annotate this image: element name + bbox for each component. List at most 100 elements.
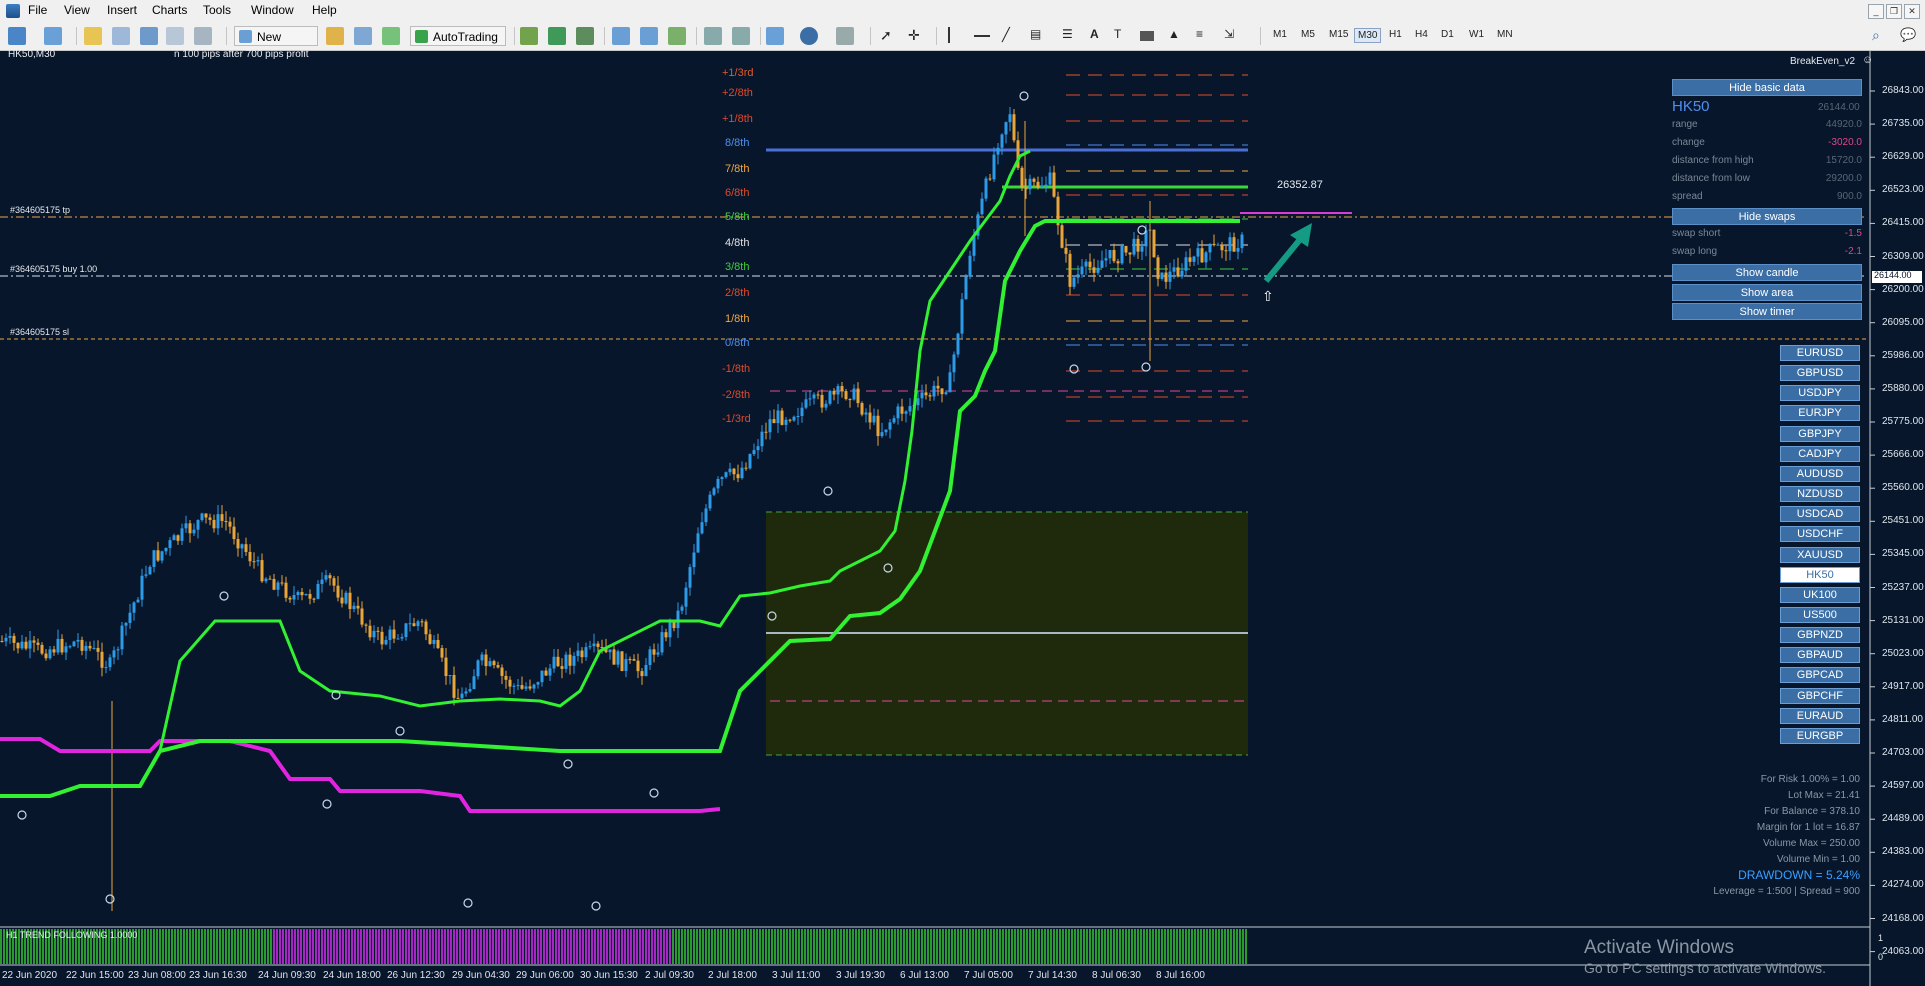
zoom-in-icon[interactable] (612, 27, 630, 45)
symbol-button-audusd[interactable]: AUDUSD (1780, 465, 1860, 482)
show-candle-button[interactable]: Show candle (1672, 264, 1862, 281)
symbol-button-usdjpy[interactable]: USDJPY (1780, 385, 1860, 402)
fibonacci-icon[interactable]: ☰ (1062, 27, 1078, 45)
symbol-button-hk50[interactable]: HK50 (1780, 566, 1860, 583)
symbol-button-xauusd[interactable]: XAUUSD (1780, 546, 1860, 563)
search-icon[interactable]: ⌕ (1872, 27, 1886, 45)
histogram-bar (801, 929, 803, 964)
symbol-button-eurusd[interactable]: EURUSD (1780, 345, 1860, 361)
symbol-button-gbpchf[interactable]: GBPCHF (1780, 687, 1860, 704)
symbol-button-gbpnzd[interactable]: GBPNZD (1780, 627, 1860, 644)
timeframe-d1[interactable]: D1 (1438, 28, 1457, 41)
histogram-bar (984, 929, 986, 964)
restore-icon[interactable]: ❐ (1886, 4, 1902, 19)
vertical-line-icon[interactable] (948, 27, 950, 43)
symbol-button-usdchf[interactable]: USDCHF (1780, 526, 1860, 543)
timeframe-h1[interactable]: H1 (1386, 28, 1405, 41)
templates-icon[interactable] (836, 27, 854, 45)
timeframe-mn[interactable]: MN (1494, 28, 1516, 41)
autotrading-button[interactable]: AutoTrading (410, 26, 506, 46)
histogram-bar (813, 929, 815, 964)
symbol-button-eurgbp[interactable]: EURGBP (1780, 727, 1860, 744)
chat-icon[interactable]: 💬 (1900, 27, 1916, 45)
trendline-icon[interactable]: ╱ (1002, 27, 1016, 45)
timeframe-m30[interactable]: M30 (1354, 28, 1382, 43)
menu-tools[interactable]: Tools (199, 3, 235, 17)
horizontal-line-icon[interactable] (974, 35, 990, 37)
menu-window[interactable]: Window (247, 3, 298, 17)
strategy-tester-icon[interactable] (194, 27, 212, 45)
candle-body (716, 479, 720, 489)
indicators-icon[interactable] (766, 27, 784, 45)
symbol-button-usdcad[interactable]: USDCAD (1780, 506, 1860, 523)
symbol-button-us500[interactable]: US500 (1780, 606, 1860, 623)
candle-body (20, 641, 24, 649)
candle-body (52, 649, 56, 653)
histogram-bar (990, 929, 992, 964)
symbol-button-uk100[interactable]: UK100 (1780, 586, 1860, 603)
timeframe-m1[interactable]: M1 (1270, 28, 1290, 41)
periods-icon[interactable] (800, 27, 818, 45)
text-label-icon[interactable]: T (1114, 27, 1128, 45)
navigator-icon[interactable] (140, 27, 158, 45)
candlestick-icon[interactable] (548, 27, 566, 45)
zoom-out-icon[interactable] (640, 27, 658, 45)
profiles-icon[interactable] (44, 27, 62, 45)
symbol-button-gbpcad[interactable]: GBPCAD (1780, 667, 1860, 684)
market-watch-icon[interactable] (84, 27, 102, 45)
chart-shift-icon[interactable] (704, 27, 722, 45)
hide-basic-data-button[interactable]: Hide basic data (1672, 79, 1862, 96)
chart-window[interactable]: ⇧ HK50,M30 n 100 pips after 700 pips pro… (0, 49, 1925, 986)
data-window-icon[interactable] (112, 27, 130, 45)
arrows-icon[interactable]: ⇲ (1224, 27, 1242, 45)
terminal-icon[interactable] (166, 27, 184, 45)
new-chart-icon[interactable] (8, 27, 26, 45)
histogram-bar (255, 929, 257, 964)
gann-icon[interactable]: ≡ (1196, 27, 1212, 45)
text-icon[interactable]: A (1090, 27, 1102, 45)
histogram-bar (1080, 929, 1082, 964)
timeframe-m5[interactable]: M5 (1298, 28, 1318, 41)
symbol-button-gbpjpy[interactable]: GBPJPY (1780, 425, 1860, 442)
menu-charts[interactable]: Charts (148, 3, 191, 17)
community-icon[interactable] (382, 27, 400, 45)
timeframe-w1[interactable]: W1 (1466, 28, 1487, 41)
rectangle-icon[interactable] (1140, 31, 1154, 41)
date-axis-label: 23 Jun 16:30 (189, 970, 247, 981)
menu-help[interactable]: Help (308, 3, 341, 17)
menu-insert[interactable]: Insert (103, 3, 141, 17)
show-timer-button[interactable]: Show timer (1672, 303, 1862, 320)
cursor-icon[interactable]: ➚ (880, 27, 894, 45)
menu-view[interactable]: View (60, 3, 94, 17)
symbol-button-eurjpy[interactable]: EURJPY (1780, 405, 1860, 422)
show-area-button[interactable]: Show area (1672, 284, 1862, 301)
timeframe-m15[interactable]: M15 (1326, 28, 1351, 41)
signals-icon[interactable] (354, 27, 372, 45)
symbol-button-euraud[interactable]: EURAUD (1780, 707, 1860, 724)
histogram-bar (243, 929, 245, 964)
triangle-icon[interactable]: ▲ (1168, 27, 1182, 45)
symbol-button-gbpusd[interactable]: GBPUSD (1780, 365, 1860, 382)
histogram-bar (750, 929, 752, 964)
candle-body (596, 643, 600, 647)
histogram-bar (420, 929, 422, 964)
timeframe-h4[interactable]: H4 (1412, 28, 1431, 41)
new-order-button[interactable]: New Order (234, 26, 318, 64)
close-icon[interactable]: ✕ (1904, 4, 1920, 19)
price-chart[interactable]: ⇧ (0, 51, 1925, 986)
metaeditor-icon[interactable] (326, 27, 344, 45)
channel-icon[interactable]: ▤ (1030, 27, 1046, 45)
tile-windows-icon[interactable] (668, 27, 686, 45)
minimize-icon[interactable]: _ (1868, 4, 1884, 19)
symbol-button-cadjpy[interactable]: CADJPY (1780, 445, 1860, 462)
hide-swaps-button[interactable]: Hide swaps (1672, 208, 1862, 225)
symbol-button-gbpaud[interactable]: GBPAUD (1780, 647, 1860, 664)
menu-file[interactable]: File (24, 3, 51, 17)
symbol-button-nzdusd[interactable]: NZDUSD (1780, 486, 1860, 503)
autoscroll-icon[interactable] (732, 27, 750, 45)
line-chart-icon[interactable] (576, 27, 594, 45)
bar-chart-icon[interactable] (520, 27, 538, 45)
histogram-bar (390, 929, 392, 964)
chart-symbol-label: HK50,M30 (8, 49, 56, 60)
crosshair-icon[interactable]: ✛ (908, 27, 922, 45)
